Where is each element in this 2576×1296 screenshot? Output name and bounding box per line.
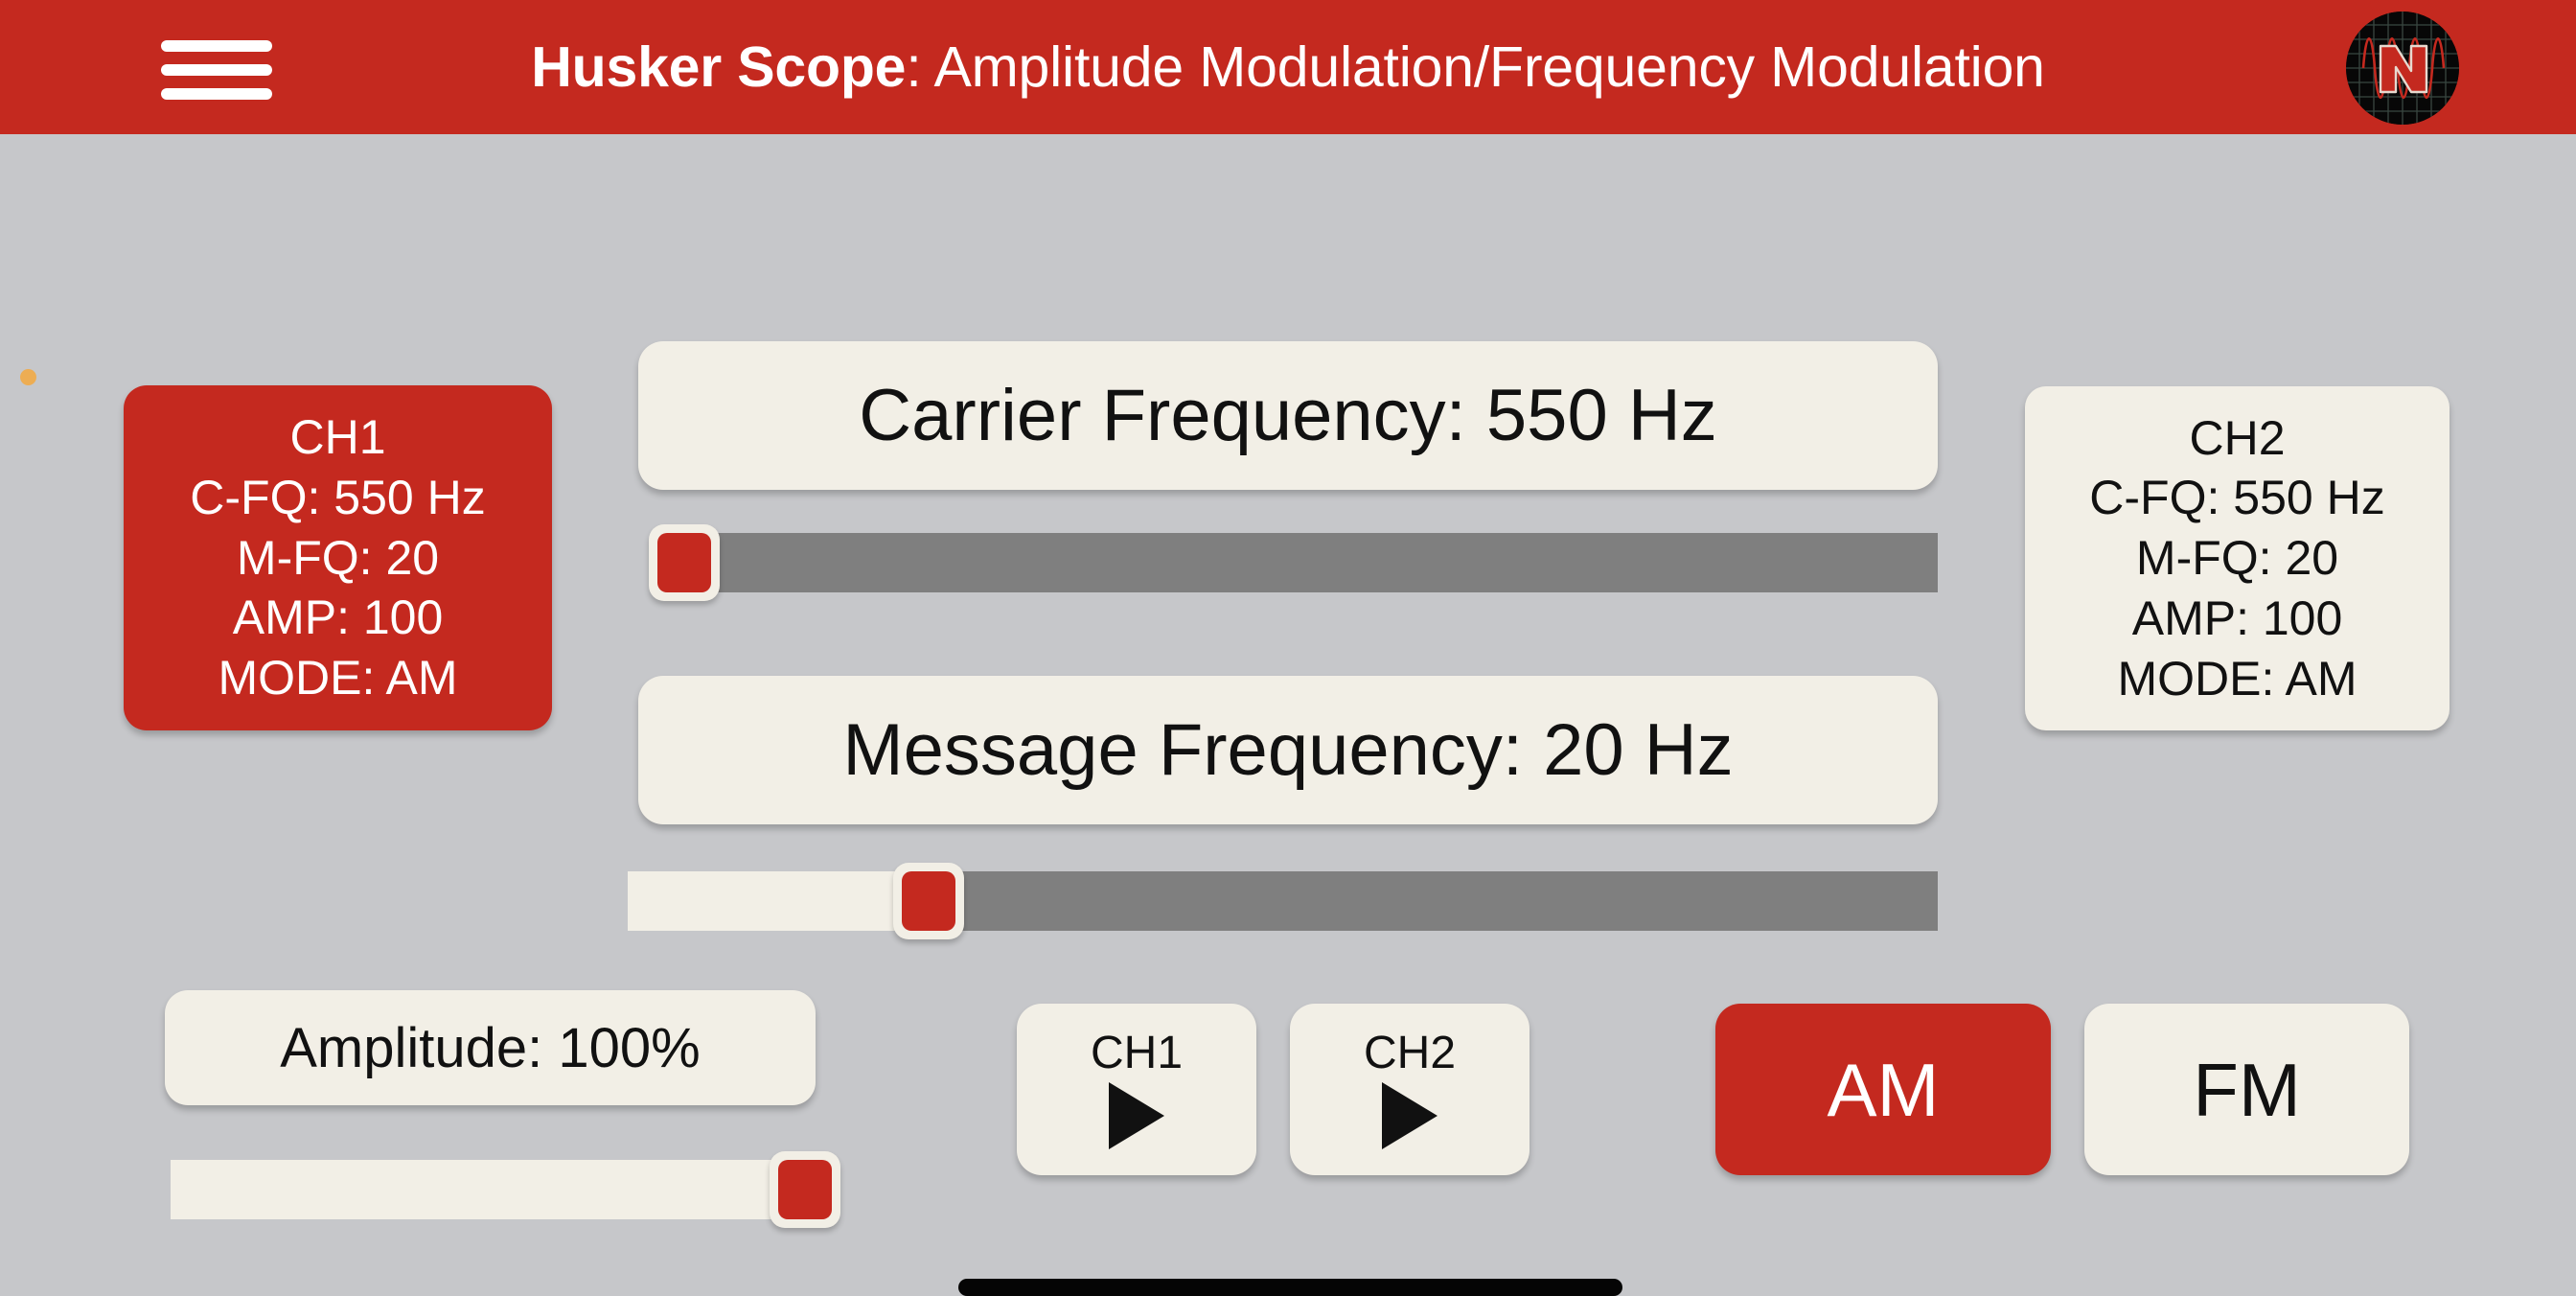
- carrier-frequency-value: Carrier Frequency: 550 Hz: [859, 375, 1717, 456]
- page-title-app-name: Husker Scope: [531, 35, 907, 99]
- home-gesture-bar[interactable]: [958, 1279, 1622, 1296]
- ch2-carrier-frequency: C-FQ: 550 Hz: [2089, 471, 2385, 525]
- message-slider-knob: [902, 871, 956, 931]
- page-title-subtitle: : Amplitude Modulation/Frequency Modulat…: [906, 35, 2045, 99]
- ch2-message-frequency: M-FQ: 20: [2135, 531, 2339, 586]
- status-indicator-dot: [20, 369, 36, 385]
- amplitude-slider-track[interactable]: [171, 1160, 805, 1219]
- amplitude-slider-thumb[interactable]: [770, 1151, 840, 1228]
- amplitude-readout: Amplitude: 100%: [165, 990, 816, 1105]
- logo-svg: [2346, 12, 2459, 125]
- am-mode-label: AM: [1827, 1047, 1940, 1132]
- play-triangle-icon: [1382, 1081, 1438, 1149]
- ch2-mode: MODE: AM: [2117, 651, 2358, 706]
- carrier-frequency-readout: Carrier Frequency: 550 Hz: [638, 341, 1938, 490]
- app-header: Husker Scope: Amplitude Modulation/Frequ…: [0, 0, 2576, 134]
- ch1-message-frequency: M-FQ: 20: [236, 530, 440, 585]
- main-content-area: CH1 C-FQ: 550 Hz M-FQ: 20 AMP: 100 MODE:…: [0, 134, 2576, 1296]
- fm-mode-button[interactable]: FM: [2084, 1004, 2409, 1175]
- carrier-slider-thumb[interactable]: [649, 524, 720, 601]
- play-triangle-icon: [1109, 1081, 1164, 1149]
- page-title: Husker Scope: Amplitude Modulation/Frequ…: [0, 0, 2576, 134]
- ch1-carrier-frequency: C-FQ: 550 Hz: [190, 470, 486, 524]
- ch1-amplitude: AMP: 100: [232, 590, 444, 645]
- message-frequency-slider[interactable]: [628, 863, 1938, 939]
- ch1-play-button[interactable]: CH1: [1017, 1004, 1256, 1175]
- ch1-title: CH1: [289, 410, 386, 465]
- amplitude-slider[interactable]: [171, 1151, 840, 1228]
- ch1-mode: MODE: AM: [218, 651, 458, 706]
- message-frequency-readout: Message Frequency: 20 Hz: [638, 676, 1938, 824]
- ch2-play-button[interactable]: CH2: [1290, 1004, 1530, 1175]
- ch2-play-button-label: CH2: [1363, 1027, 1457, 1078]
- amplitude-slider-fill: [171, 1160, 805, 1219]
- husker-oscilloscope-logo-icon: [2346, 12, 2459, 125]
- carrier-slider-knob: [657, 533, 711, 592]
- carrier-slider-track[interactable]: [684, 533, 1938, 592]
- fm-mode-label: FM: [2193, 1047, 2301, 1132]
- am-mode-button[interactable]: AM: [1715, 1004, 2051, 1175]
- ch2-info-lines: CH2 C-FQ: 550 Hz M-FQ: 20 AMP: 100 MODE:…: [2089, 408, 2384, 709]
- amplitude-value: Amplitude: 100%: [280, 1016, 701, 1079]
- ch2-amplitude: AMP: 100: [2131, 590, 2343, 645]
- ch1-info-lines: CH1 C-FQ: 550 Hz M-FQ: 20 AMP: 100 MODE:…: [190, 407, 485, 708]
- carrier-frequency-slider[interactable]: [649, 524, 1938, 601]
- ch2-info-panel[interactable]: CH2 C-FQ: 550 Hz M-FQ: 20 AMP: 100 MODE:…: [2025, 386, 2450, 730]
- ch2-title: CH2: [2189, 410, 2286, 465]
- message-slider-track[interactable]: [628, 871, 1938, 931]
- message-slider-fill: [628, 871, 930, 931]
- amplitude-slider-knob: [778, 1160, 832, 1219]
- ch1-info-panel[interactable]: CH1 C-FQ: 550 Hz M-FQ: 20 AMP: 100 MODE:…: [124, 385, 552, 730]
- message-slider-thumb[interactable]: [893, 863, 965, 939]
- message-frequency-value: Message Frequency: 20 Hz: [842, 709, 1734, 791]
- ch1-play-button-label: CH1: [1090, 1027, 1184, 1078]
